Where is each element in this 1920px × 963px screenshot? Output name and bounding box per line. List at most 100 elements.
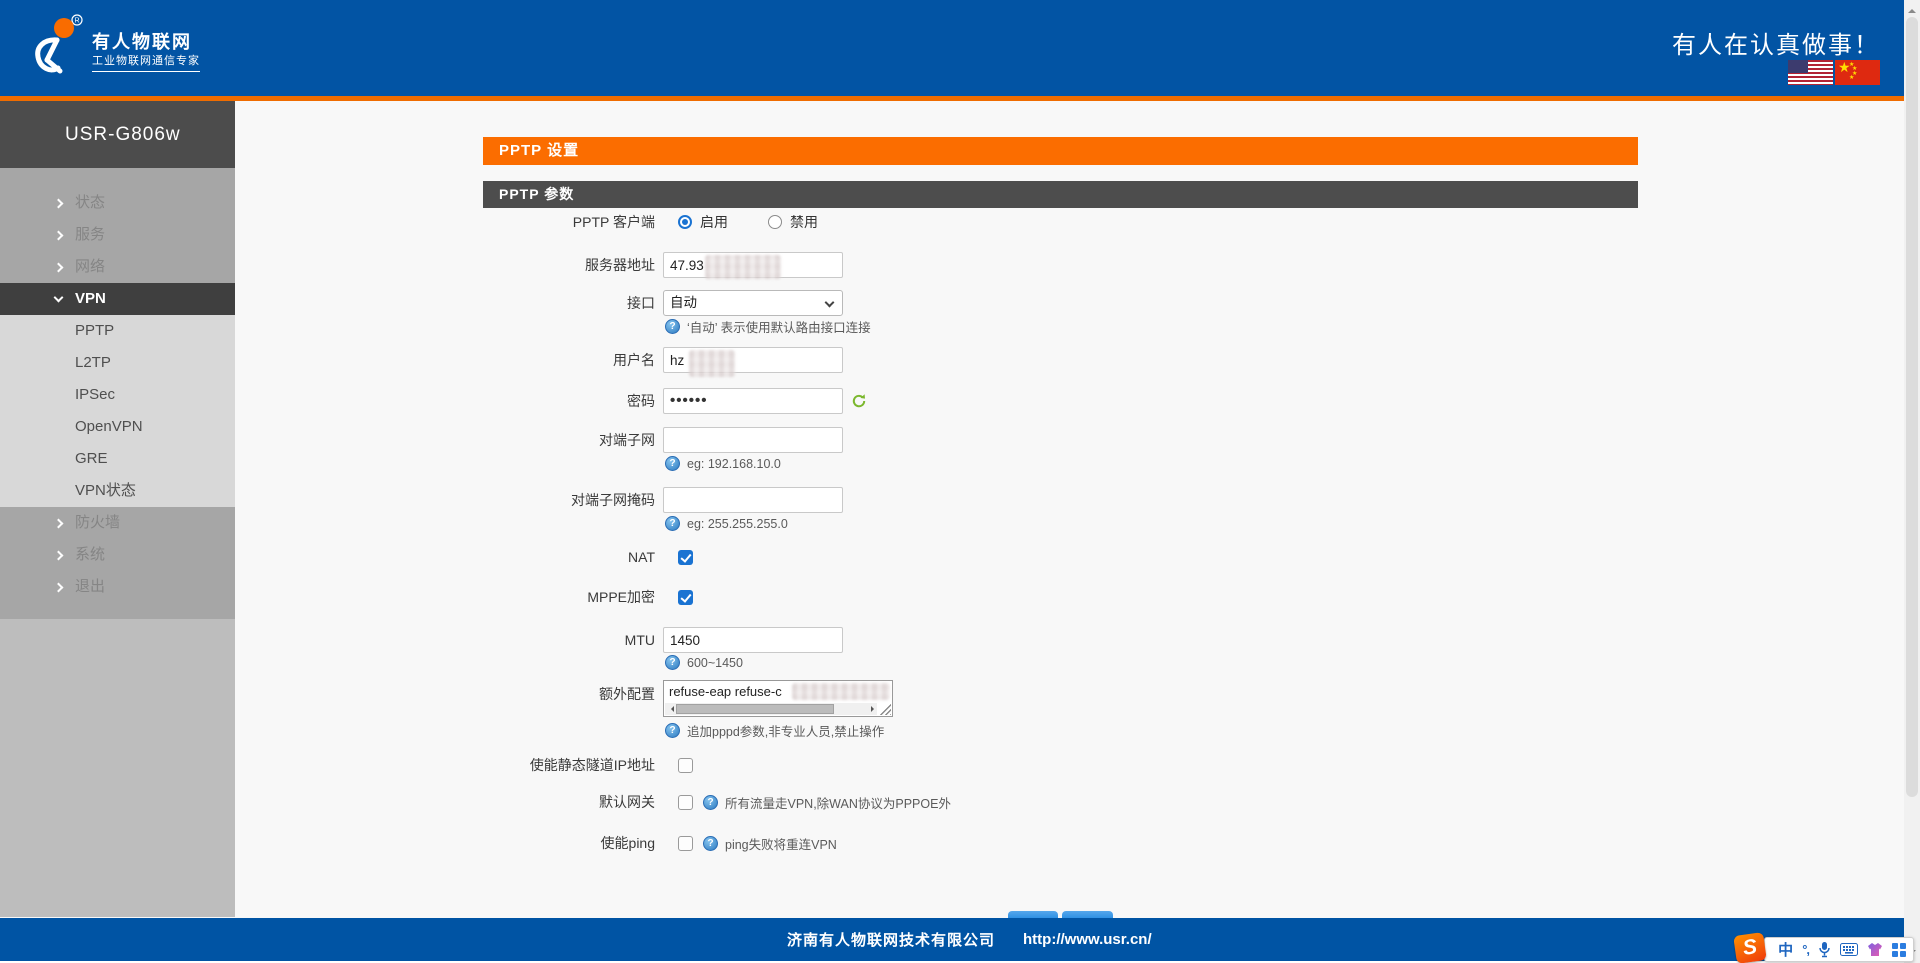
page-title: PPTP 设置	[483, 137, 1638, 165]
field-label: 密码	[483, 391, 655, 411]
enable-radio[interactable]	[678, 215, 692, 229]
chevron-right-icon	[54, 262, 64, 272]
brand-title: 有人物联网	[92, 28, 192, 54]
generate-password-icon[interactable]	[851, 393, 867, 409]
sidebar-item-label: 服务	[75, 219, 105, 251]
chevron-right-icon	[54, 518, 64, 528]
disable-radio[interactable]	[768, 215, 782, 229]
chevron-right-icon	[54, 550, 64, 560]
field-label: 额外配置	[483, 684, 655, 704]
brand-logo-icon: R	[30, 13, 86, 77]
header-slogan: 有人在认真做事！	[1672, 25, 1880, 60]
sidebar-item-openvpn[interactable]: OpenVPN	[0, 411, 235, 443]
sidebar-item-label: 退出	[75, 571, 105, 603]
sogou-logo-icon[interactable]: S	[1733, 932, 1767, 963]
scroll-left-arrow-icon[interactable]	[665, 703, 676, 715]
sidebar-menu: 状态 服务 网络 VPN PPTP L2TP IPSec OpenVPN GRE…	[0, 168, 235, 619]
mtu-input[interactable]	[663, 627, 843, 653]
interface-select[interactable]: 自动	[663, 290, 843, 316]
scrollbar-thumb[interactable]	[1906, 17, 1918, 797]
sidebar-item-network[interactable]: 网络	[0, 251, 235, 283]
brand-subtitle: 工业物联网通信专家	[92, 52, 200, 72]
sidebar-item-status[interactable]: 状态	[0, 187, 235, 219]
chevron-down-icon	[825, 298, 835, 308]
chevron-down-icon	[54, 293, 64, 303]
chevron-right-icon	[54, 198, 64, 208]
help-icon: ?	[665, 319, 680, 334]
sidebar-item-services[interactable]: 服务	[0, 219, 235, 251]
peer-subnet-input[interactable]	[663, 427, 843, 453]
hint-text: 追加pppd参数,非专业人员,禁止操作	[687, 721, 884, 740]
scroll-right-arrow-icon[interactable]	[866, 703, 877, 715]
field-label: 对端子网	[483, 430, 655, 450]
scrollbar-thumb[interactable]	[676, 704, 834, 714]
app-header: R 有人物联网 工业物联网通信专家 有人在认真做事！ ★ ★ ★ ★ ★	[0, 0, 1920, 96]
keyboard-icon[interactable]	[1840, 943, 1858, 956]
english-flag-icon[interactable]	[1788, 60, 1833, 85]
help-icon: ?	[703, 795, 718, 810]
static-tunnel-ip-checkbox[interactable]	[678, 758, 693, 773]
help-icon: ?	[665, 723, 680, 738]
extra-config-text: refuse-eap refuse-c	[669, 684, 782, 699]
username-input[interactable]	[663, 347, 843, 373]
interface-select-value: 自动	[670, 295, 697, 310]
ime-chinese-mode-button[interactable]: 中	[1778, 939, 1793, 960]
svg-text:R: R	[74, 18, 79, 25]
field-label: PPTP 客户端	[483, 212, 655, 232]
scroll-up-arrow-icon[interactable]	[1908, 5, 1916, 13]
sidebar-item-gre[interactable]: GRE	[0, 443, 235, 475]
sidebar-item-vpn-status[interactable]: VPN状态	[0, 475, 235, 507]
microphone-icon[interactable]	[1818, 941, 1831, 958]
extra-config-hint: ? 追加pppd参数,非专业人员,禁止操作	[665, 721, 884, 740]
header-accent-stripe	[0, 96, 1920, 101]
form-row-static-tunnel-ip: 使能静态隧道IP地址	[483, 757, 693, 773]
sidebar-item-firewall[interactable]: 防火墙	[0, 507, 235, 539]
flag-star: ★	[1849, 74, 1854, 81]
chinese-flag-icon[interactable]: ★ ★ ★ ★ ★	[1835, 60, 1880, 85]
form-row-enable-ping: 使能ping ? ping失败将重连VPN	[483, 835, 837, 851]
mppe-checkbox[interactable]	[678, 590, 693, 605]
default-gateway-checkbox[interactable]	[678, 795, 693, 810]
help-icon: ?	[703, 836, 718, 851]
form-row-default-gateway: 默认网关 ? 所有流量走VPN,除WAN协议为PPPOE外	[483, 794, 951, 810]
skin-icon[interactable]	[1867, 942, 1883, 957]
enable-ping-hint: ? ping失败将重连VPN	[703, 834, 837, 853]
sidebar-item-system[interactable]: 系统	[0, 539, 235, 571]
peer-netmask-hint: ? eg: 255.255.255.0	[665, 516, 788, 531]
interface-hint: ? ‘自动’ 表示使用默认路由接口连接	[665, 317, 871, 336]
form-row-pptp-client: PPTP 客户端 启用 禁用	[483, 212, 858, 232]
hint-text: eg: 255.255.255.0	[687, 517, 788, 531]
form-row-password: 密码 ••••••	[483, 388, 867, 414]
vertical-scrollbar[interactable]	[1904, 0, 1920, 963]
toolbox-icon[interactable]	[1892, 943, 1906, 957]
sidebar-item-logout[interactable]: 退出	[0, 571, 235, 603]
chevron-right-icon	[54, 230, 64, 240]
default-gateway-hint: ? 所有流量走VPN,除WAN协议为PPPOE外	[703, 793, 951, 812]
sidebar-item-label: 系统	[75, 539, 105, 571]
help-icon: ?	[665, 456, 680, 471]
horizontal-scrollbar[interactable]	[665, 703, 877, 715]
chevron-right-icon	[54, 582, 64, 592]
sidebar-item-ipsec[interactable]: IPSec	[0, 379, 235, 411]
section-title: PPTP 参数	[483, 181, 1638, 208]
password-input[interactable]: ••••••	[663, 388, 843, 414]
resize-handle-icon[interactable]	[879, 703, 891, 715]
sidebar-item-vpn[interactable]: VPN	[0, 283, 235, 315]
router-admin-page: R 有人物联网 工业物联网通信专家 有人在认真做事！ ★ ★ ★ ★ ★ USR…	[0, 0, 1920, 963]
extra-config-textarea[interactable]: refuse-eap refuse-c	[663, 680, 893, 717]
help-icon: ?	[665, 516, 680, 531]
footer-url-link[interactable]: http://www.usr.cn/	[1023, 931, 1152, 948]
ime-punctuation-button[interactable]: °,	[1802, 942, 1809, 957]
enable-ping-checkbox[interactable]	[678, 836, 693, 851]
server-address-input[interactable]	[663, 252, 843, 278]
peer-netmask-input[interactable]	[663, 487, 843, 513]
field-label: MPPE加密	[483, 587, 655, 607]
sidebar-item-pptp[interactable]: PPTP	[0, 315, 235, 347]
form-row-mppe: MPPE加密	[483, 589, 693, 605]
vpn-submenu: PPTP L2TP IPSec OpenVPN GRE VPN状态	[0, 315, 235, 507]
sidebar: USR-G806w 状态 服务 网络 VPN PPTP L2TP IPSec	[0, 101, 235, 917]
hint-text: eg: 192.168.10.0	[687, 457, 781, 471]
nat-checkbox[interactable]	[678, 550, 693, 565]
footer-company: 济南有人物联网技术有限公司	[787, 929, 995, 950]
sidebar-item-l2tp[interactable]: L2TP	[0, 347, 235, 379]
